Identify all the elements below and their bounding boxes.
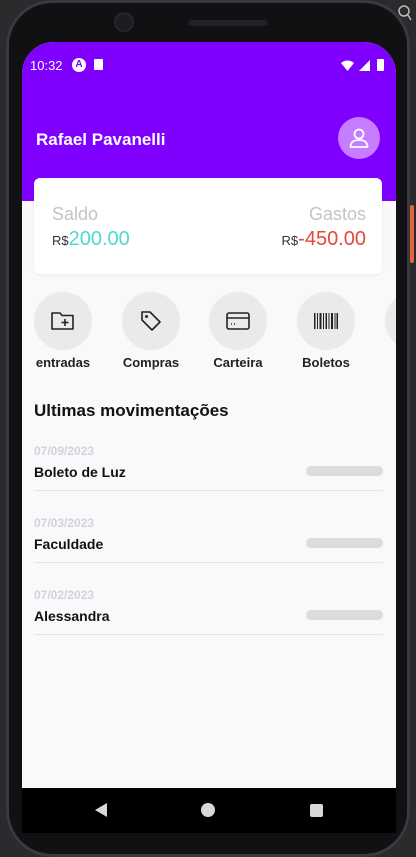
front-camera — [116, 14, 132, 30]
camera-area — [6, 0, 410, 42]
status-bar: 10:32 A — [22, 56, 396, 76]
movement-date: 07/09/2023 — [34, 444, 95, 458]
barcode-icon — [314, 313, 338, 329]
boletos-button[interactable] — [297, 292, 355, 350]
movement-value-placeholder — [306, 538, 383, 548]
user-outline-icon — [349, 128, 369, 148]
home-icon[interactable] — [201, 803, 215, 817]
movement-date: 07/02/2023 — [34, 588, 95, 602]
folder-plus-icon — [51, 312, 74, 330]
movement-name: Faculdade — [34, 536, 104, 552]
movement-name: Boleto de Luz — [34, 464, 126, 480]
movement-date: 07/03/2023 — [34, 516, 95, 530]
app-screen: 10:32 A Rafael Pavanelli Saldo R$200.00 … — [22, 42, 396, 788]
system-nav-bar — [22, 788, 396, 833]
saldo-label: Saldo — [52, 204, 99, 224]
compras-label: Compras — [122, 355, 180, 370]
compras-button[interactable] — [122, 292, 180, 350]
search-icon — [398, 4, 412, 27]
tag-icon — [141, 311, 161, 331]
saldo-amount: R$200.00 — [52, 228, 130, 251]
entradas-button[interactable] — [34, 292, 92, 350]
gastos-currency: R$ — [281, 233, 299, 248]
power-button — [410, 205, 414, 263]
profile-button[interactable] — [338, 117, 380, 159]
recent-apps-icon[interactable] — [310, 804, 323, 817]
back-icon[interactable] — [94, 802, 108, 823]
movement-name: Alessandra — [34, 608, 110, 624]
saldo-value: 200.00 — [68, 228, 130, 250]
status-time: 10:32 — [30, 58, 63, 73]
list-item[interactable]: 07/03/2023 Faculdade — [34, 516, 383, 563]
boletos-label: Boletos — [302, 355, 350, 370]
balance-card: Saldo R$200.00 Gastos R$-450.00 — [34, 178, 382, 274]
wifi-icon — [341, 59, 354, 74]
movement-value-placeholder — [306, 610, 383, 620]
gastos-value: -450.00 — [298, 228, 366, 250]
gastos-label: Gastos — [308, 204, 366, 224]
more-actions-button[interactable] — [385, 292, 396, 350]
credit-card-icon — [226, 312, 250, 330]
battery-icon — [377, 59, 384, 71]
saldo-currency: R$ — [52, 233, 69, 248]
entradas-label: entradas — [35, 355, 91, 370]
user-name: Rafael Pavanelli — [36, 130, 166, 149]
accessibility-badge-icon: A — [72, 58, 86, 72]
quick-actions: entradas Compras Carteira Boletos — [22, 292, 396, 382]
list-item[interactable]: 07/09/2023 Boleto de Luz — [34, 444, 383, 491]
carteira-label: Carteira — [213, 355, 263, 370]
movement-value-placeholder — [306, 466, 383, 476]
sd-card-icon — [94, 59, 103, 70]
gastos-amount: R$-450.00 — [282, 228, 366, 251]
carteira-button[interactable] — [209, 292, 267, 350]
movements-title: Ultimas movimentações — [34, 401, 229, 420]
list-item[interactable]: 07/02/2023 Alessandra — [34, 588, 383, 635]
earpiece-speaker — [188, 20, 268, 26]
signal-icon — [359, 59, 370, 74]
